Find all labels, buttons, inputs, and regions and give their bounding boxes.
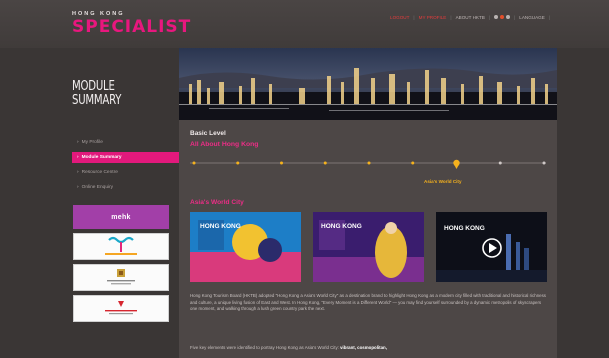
partner-logo-2[interactable]	[73, 264, 169, 291]
timeline-stop[interactable]	[192, 161, 196, 165]
timeline-stop[interactable]	[367, 161, 371, 165]
timeline-current-label: Asia's World City	[424, 179, 462, 184]
sidebar-item-my-profile[interactable]: › My Profile	[72, 137, 179, 148]
thumbnail-row: HONG KONG HONG KONG HONG KONG	[190, 212, 550, 282]
paragraph-elements-bold: vibrant, cosmopolitan,	[340, 345, 387, 350]
sidebar-nav: › My Profile › Module Summary › Resource Ce…	[72, 137, 179, 197]
page-title-line-2: SUMMARY	[72, 93, 122, 108]
bullet-icon: ›	[77, 140, 79, 145]
language-selector[interactable]: LANGUAGE	[519, 15, 545, 20]
header-bar: HONG KONG SPECIALIST LOGOUT | MY PROFILE…	[0, 0, 609, 48]
paragraph-intro: Hong Kong Tourism Board (HKTB) adopted "…	[190, 293, 546, 312]
sidebar-item-resource-centre[interactable]: › Resource Centre	[72, 167, 179, 178]
logout-link[interactable]: LOGOUT	[390, 15, 409, 20]
nav-separator: |	[514, 14, 516, 20]
font-size-controls	[494, 15, 511, 19]
performer-image: HONG KONG	[313, 212, 424, 282]
festival-image: HONG KONG	[190, 212, 301, 282]
sidebar-item-label: Online Enquiry	[81, 185, 114, 190]
topic-title: All About Hong Kong	[190, 141, 259, 148]
nav-separator: |	[413, 14, 415, 20]
sidebar-item-online-enquiry[interactable]: › Online Enquiry	[72, 182, 179, 193]
page-title: MODULE SUMMARY	[72, 80, 121, 108]
bullet-icon: ›	[77, 170, 79, 175]
thumbnail-video[interactable]: HONG KONG	[436, 212, 547, 282]
timeline-stop[interactable]	[411, 161, 415, 165]
timeline-stop[interactable]	[542, 161, 546, 165]
bullet-icon: ›	[77, 155, 79, 160]
thumbnail-text: HONG KONG	[200, 223, 241, 230]
timeline-stop[interactable]	[280, 161, 283, 165]
ribbon-logo-icon	[105, 236, 137, 255]
partner-logo-1[interactable]	[73, 233, 169, 260]
timeline-current-marker-icon[interactable]	[453, 159, 460, 169]
content-panel: Basic Level All About Hong Kong Asia's W…	[179, 48, 557, 358]
sidebar-item-module-summary[interactable]: › Module Summary	[72, 152, 179, 163]
video-image: HONG KONG	[436, 212, 547, 282]
font-small-icon[interactable]	[494, 15, 499, 19]
mehk-logo[interactable]: mehk	[73, 205, 169, 229]
bullet-icon: ›	[77, 185, 79, 190]
level-label: Basic Level	[190, 130, 226, 137]
section-title: Asia's World City	[190, 199, 244, 206]
sidebar-item-label: Module Summary	[81, 155, 122, 160]
timeline-stop[interactable]	[498, 161, 502, 165]
crest-logo-icon	[107, 268, 135, 284]
skyline-banner	[179, 48, 557, 120]
partner-logos: mehk	[73, 205, 169, 326]
nav-separator: |	[488, 14, 491, 20]
mehk-logo-text: mehk	[111, 213, 131, 221]
nav-separator: |	[450, 14, 452, 20]
page-title-line-1: MODULE	[72, 79, 115, 94]
about-hktb-link[interactable]: ABOUT HKTB	[456, 15, 485, 20]
font-large-icon[interactable]	[506, 15, 511, 19]
brand-logo[interactable]: HONG KONG SPECIALIST	[72, 11, 191, 36]
paragraph-elements: Five key elements were identified to por…	[190, 345, 547, 352]
progress-timeline	[190, 159, 546, 169]
brand-line-2: SPECIALIST	[72, 17, 192, 37]
sidebar-item-label: Resource Centre	[81, 170, 118, 175]
thumbnail-text: HONG KONG	[444, 225, 485, 232]
top-navigation: LOGOUT | MY PROFILE | ABOUT HKTB | | LAN…	[390, 12, 554, 22]
emblem-logo-icon	[105, 300, 137, 314]
font-medium-icon[interactable]	[500, 15, 505, 19]
timeline-stop[interactable]	[323, 161, 327, 165]
paragraph-elements-text: Five key elements were identified to por…	[190, 345, 341, 350]
thumbnail-performer[interactable]: HONG KONG	[313, 212, 424, 282]
partner-logo-3[interactable]	[73, 295, 169, 322]
thumbnail-festival[interactable]: HONG KONG	[190, 212, 301, 282]
timeline-stop[interactable]	[236, 161, 240, 165]
sidebar-item-label: My Profile	[81, 140, 103, 145]
my-profile-link[interactable]: MY PROFILE	[419, 15, 447, 20]
nav-separator: |	[548, 14, 550, 20]
thumbnail-text: HONG KONG	[321, 223, 362, 230]
